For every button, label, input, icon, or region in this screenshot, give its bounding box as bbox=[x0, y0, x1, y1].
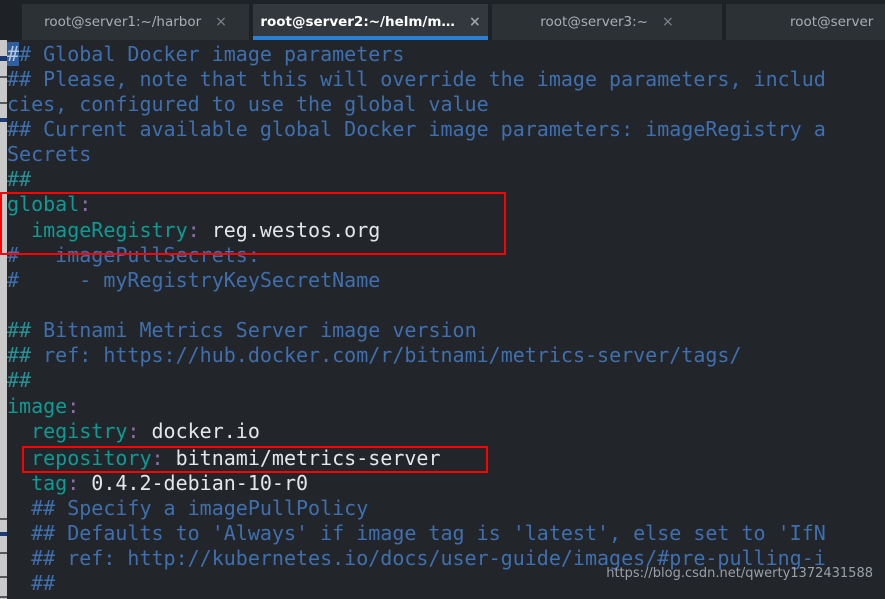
terminal-text-segment: global bbox=[7, 192, 80, 216]
terminal-line: Secrets bbox=[7, 142, 91, 167]
terminal-text-segment: ## bbox=[7, 318, 32, 342]
terminal-text-segment: : bbox=[151, 446, 164, 470]
terminal-text-segment: ## Current available global Docker image… bbox=[7, 117, 826, 141]
terminal-text-segment: tag bbox=[31, 471, 68, 495]
terminal-line: # - myRegistryKeySecretName bbox=[7, 268, 380, 293]
terminal-text-segment: ## bbox=[7, 343, 32, 367]
terminal-line: image: bbox=[7, 394, 79, 419]
tab-label: root@server1:~/harbor bbox=[44, 14, 202, 30]
tab-server3[interactable]: root@server3:~ × bbox=[492, 4, 722, 40]
terminal-line: ## Current available global Docker image… bbox=[7, 117, 826, 142]
terminal-text-segment: repository bbox=[31, 446, 152, 470]
terminal-text-segment: : bbox=[127, 419, 140, 443]
scrollbar-thumb[interactable] bbox=[0, 118, 7, 122]
terminal-text-segment: ## bbox=[7, 571, 56, 595]
terminal-text-segment: reg.westos.org bbox=[199, 218, 381, 242]
watermark-text: https://blog.csdn.net/qwerty1372431588 bbox=[606, 566, 873, 581]
terminal-text-segment: ref: https://hub.docker.com/r/bitnami/me… bbox=[31, 343, 742, 367]
scrollbar-mark bbox=[0, 76, 7, 78]
terminal-line: ## bbox=[7, 368, 31, 393]
terminal-text-segment: registry bbox=[31, 419, 128, 443]
terminal-line: ## Global Docker image parameters bbox=[7, 42, 404, 67]
terminal-line: ## Bitnami Metrics Server image version bbox=[7, 318, 477, 343]
terminal-line: cies, configured to use the global value bbox=[7, 92, 489, 117]
terminal-line: repository: bitnami/metrics-server bbox=[7, 446, 441, 471]
terminal-text-area: ## Global Docker image parameters ## Ple… bbox=[7, 40, 885, 599]
terminal-text-segment: ## bbox=[7, 167, 32, 191]
scrollbar-mark bbox=[0, 518, 7, 520]
terminal-text-segment: : bbox=[79, 192, 92, 216]
terminal-tab-bar: root@server1:~/harbor × root@server2:~/h… bbox=[0, 0, 885, 40]
terminal-text-segment: : bbox=[67, 471, 80, 495]
tab-label: root@server2:~/helm/m… bbox=[260, 14, 455, 30]
terminal-text-segment: image bbox=[7, 394, 68, 418]
terminal-text-segment: ## bbox=[7, 368, 32, 392]
terminal-text-segment: ## Please, note that this will override … bbox=[7, 67, 826, 91]
terminal-text-segment: Bitnami Metrics Server image version bbox=[31, 318, 477, 342]
terminal-line: ## Defaults to 'Always' if image tag is … bbox=[7, 521, 826, 546]
terminal-text-segment: Secrets bbox=[7, 142, 92, 166]
terminal-line: imageRegistry: reg.westos.org bbox=[7, 218, 380, 243]
scrollbar-thumb[interactable] bbox=[0, 56, 7, 61]
scrollbar-mark bbox=[0, 102, 7, 104]
terminal-line: ## bbox=[7, 571, 55, 596]
terminal-line: ## bbox=[7, 167, 31, 192]
terminal-text-segment: ## Defaults to 'Always' if image tag is … bbox=[7, 521, 826, 545]
terminal-line: ## Specify a imagePullPolicy bbox=[7, 496, 368, 521]
terminal-text-segment: imageRegistry bbox=[31, 218, 188, 242]
close-icon[interactable]: × bbox=[662, 14, 674, 30]
terminal-text-segment: # - myRegistryKeySecretName bbox=[7, 268, 381, 292]
terminal-line: registry: docker.io bbox=[7, 419, 260, 444]
terminal-text-segment: cies, configured to use the global value bbox=[7, 92, 489, 116]
terminal-scrollbar[interactable] bbox=[0, 40, 7, 599]
terminal-text-segment: : bbox=[187, 218, 200, 242]
terminal-text-segment: bitnami/metrics-server bbox=[163, 446, 441, 470]
tab-server4[interactable]: root@server bbox=[726, 4, 885, 40]
terminal-text-segment: # bbox=[7, 42, 20, 66]
terminal-line: ## ref: https://hub.docker.com/r/bitnami… bbox=[7, 343, 742, 368]
terminal-text-segment: ## Specify a imagePullPolicy bbox=[7, 496, 369, 520]
terminal-text-segment: # imagePullSecrets: bbox=[7, 243, 260, 267]
terminal-text-segment: : bbox=[67, 394, 80, 418]
close-icon[interactable]: × bbox=[215, 14, 227, 30]
terminal-line: tag: 0.4.2-debian-10-r0 bbox=[7, 471, 308, 496]
terminal-text-segment: # Global Docker image parameters bbox=[19, 42, 405, 66]
scrollbar-thumb[interactable] bbox=[0, 532, 7, 536]
scrollbar-mark bbox=[0, 552, 7, 554]
scrollbar-mark bbox=[0, 596, 7, 598]
terminal-text-segment: docker.io bbox=[139, 419, 260, 443]
scrollbar-mark bbox=[0, 576, 7, 578]
tab-server2[interactable]: root@server2:~/helm/m… × bbox=[253, 4, 488, 40]
close-icon[interactable]: × bbox=[469, 14, 481, 30]
terminal-pane[interactable]: ## Global Docker image parameters ## Ple… bbox=[0, 40, 885, 599]
terminal-line: global: bbox=[7, 192, 91, 217]
terminal-line: ## Please, note that this will override … bbox=[7, 67, 826, 92]
terminal-line: # imagePullSecrets: bbox=[7, 243, 260, 268]
terminal-text-segment: 0.4.2-debian-10-r0 bbox=[79, 471, 309, 495]
tab-server1[interactable]: root@server1:~/harbor × bbox=[22, 4, 249, 40]
tab-label: root@server3:~ bbox=[540, 14, 648, 30]
tab-label: root@server bbox=[790, 14, 874, 30]
